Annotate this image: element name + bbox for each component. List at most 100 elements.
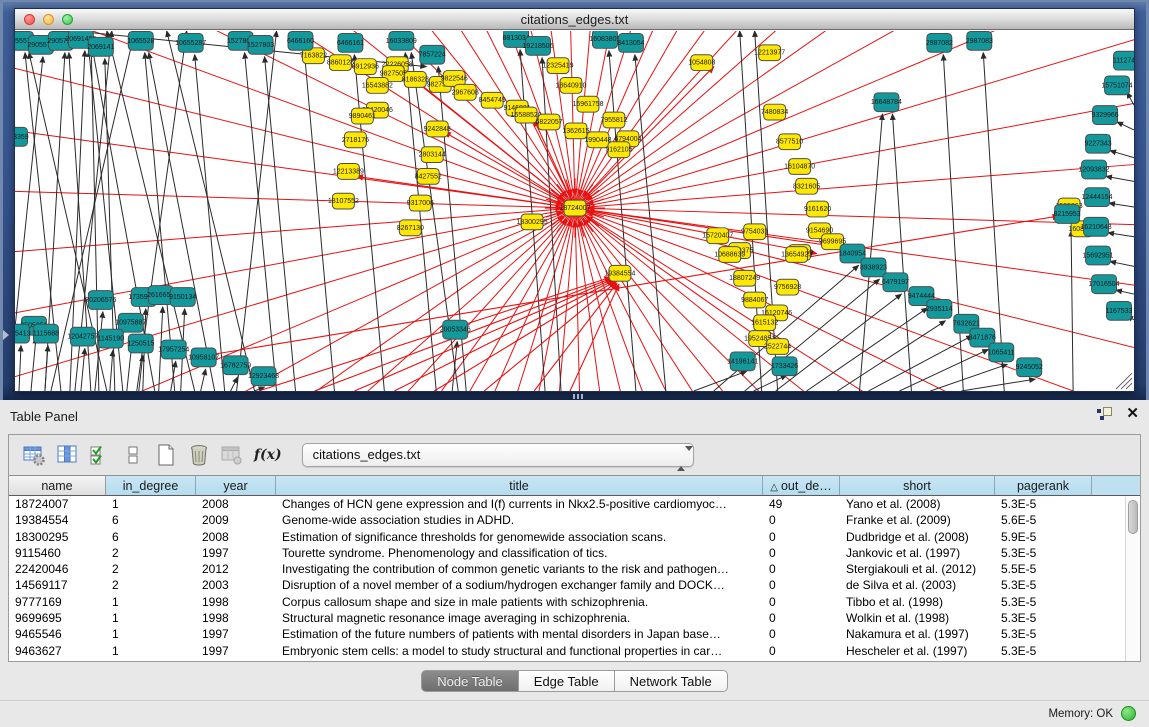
graph-node[interactable]: 14196141 [727,352,758,371]
delete-table-icon[interactable] [186,442,212,468]
function-builder-icon[interactable]: f(x) [254,447,282,463]
graph-node[interactable]: 20053346 [440,320,471,339]
cell-in_degree[interactable]: 6 [106,512,196,528]
cell-name[interactable]: 18300295 [9,529,106,545]
graph-node[interactable]: 2718176 [342,132,369,148]
graph-node[interactable]: 18724007 [559,200,590,216]
graph-node[interactable]: 2069141 [87,37,114,56]
graph-node[interactable]: 2967608 [452,84,479,100]
graph-node[interactable]: 9227343 [1084,134,1111,153]
cell-short[interactable]: Dudbridge et al. (2008) [840,529,995,545]
graph-node[interactable]: 15751074 [1102,76,1133,95]
cell-name[interactable]: 9465546 [9,626,106,642]
table-column-icon[interactable] [54,442,80,468]
graph-node[interactable]: 1065411 [988,343,1015,362]
graph-node[interactable]: 9890461 [349,108,376,124]
cell-year[interactable]: 1997 [196,643,276,659]
graph-node[interactable]: 6479197 [882,273,909,292]
cell-short[interactable]: Yano et al. (2008) [840,496,995,512]
cell-short[interactable]: Franke et al. (2009) [840,512,995,528]
column-header-in_degree[interactable]: in_degree [106,476,196,495]
cell-in_degree[interactable]: 6 [106,529,196,545]
graph-node[interactable]: 1615132 [751,315,778,331]
table-row[interactable]: 1830029562008Estimation of significance … [9,529,1140,545]
graph-node[interactable]: 6466161 [337,33,364,52]
cell-in_degree[interactable]: 2 [106,577,196,593]
cell-name[interactable]: 9115460 [9,545,106,561]
graph-node[interactable]: 9242848 [424,121,451,137]
graph-node[interactable]: 10655287 [175,33,206,52]
cell-name[interactable]: 22420046 [9,561,106,577]
graph-node[interactable]: 8860128 [327,55,354,71]
column-header-out_de[interactable]: △out_de… [763,476,840,495]
cell-pagerank[interactable]: 5.6E-5 [995,512,1092,528]
panel-collapse-arrow-icon[interactable] [3,330,9,340]
graph-node[interactable]: 12444154 [1082,188,1113,207]
cell-out_de[interactable]: 0 [763,610,840,626]
cell-out_de[interactable]: 0 [763,529,840,545]
graph-node[interactable]: 1054808 [688,55,715,71]
cell-pagerank[interactable]: 5.5E-5 [995,561,1092,577]
table-row[interactable]: 969969511998Structural magnetic resonanc… [9,610,1140,626]
cell-name[interactable]: 9777169 [9,594,106,610]
cell-in_degree[interactable]: 2 [106,545,196,561]
graph-node[interactable]: 2935114 [926,300,953,319]
cell-name[interactable]: 19384554 [9,512,106,528]
graph-node[interactable]: 1527803 [247,35,274,54]
graph-node[interactable]: 9245052 [1016,358,1043,377]
cell-year[interactable]: 1998 [196,610,276,626]
network-view-window[interactable]: citations_edges.txt 71638228860128891293… [14,8,1135,392]
cell-out_de[interactable]: 0 [763,545,840,561]
cell-short[interactable]: Wolkin et al. (1998) [840,610,995,626]
graph-node[interactable]: 8267130 [397,220,424,236]
canvas-resize-grip-icon[interactable] [1116,373,1132,389]
graph-node[interactable]: 16033809 [386,31,417,50]
column-header-name[interactable]: name [9,476,106,495]
cell-out_de[interactable]: 0 [763,561,840,577]
rows-icon[interactable] [120,442,146,468]
cell-short[interactable]: Stergiakouli et al. (2012) [840,561,995,577]
graph-node[interactable]: 1733426 [771,357,798,376]
cell-out_de[interactable]: 0 [763,577,840,593]
cell-title[interactable]: Embryonic stem cells: a model to study s… [276,643,763,659]
minimize-window-icon[interactable] [43,14,54,25]
cell-pagerank[interactable]: 5.3E-5 [995,545,1092,561]
graph-node[interactable]: 9150134 [169,288,196,307]
graph-node[interactable]: 2522744 [764,339,791,355]
graph-node[interactable]: 8577510 [776,134,803,150]
table-row[interactable]: 911546021997Tourette syndrome. Phenomeno… [9,545,1140,561]
table-row[interactable]: 946362711997Embryonic stem cells: a mode… [9,643,1140,659]
table-row[interactable]: 1872400712008Changes of HCN gene express… [9,496,1140,512]
cell-pagerank[interactable]: 5.3E-5 [995,610,1092,626]
cell-year[interactable]: 1997 [196,545,276,561]
graph-node[interactable]: 9317006 [407,195,434,211]
graph-node[interactable]: 16961758 [572,96,603,112]
graph-node[interactable]: 12093832 [1079,160,1110,179]
graph-node[interactable]: 8321605 [793,178,820,194]
float-panel-icon[interactable] [1097,407,1112,420]
cell-short[interactable]: Jankovic et al. (1997) [840,545,995,561]
graph-node[interactable]: 17957254 [158,340,189,359]
graph-node[interactable]: 10688639 [714,247,745,263]
cell-pagerank[interactable]: 5.3E-5 [995,594,1092,610]
graph-node[interactable]: 7480834 [761,104,788,120]
graph-node[interactable]: 10958107 [188,348,219,367]
graph-node[interactable]: 1112744 [1113,51,1134,70]
graph-node[interactable]: 8938923 [860,258,887,277]
select-columns-icon[interactable] [87,442,113,468]
graph-node[interactable]: 15692951 [1083,246,1114,265]
cell-in_degree[interactable]: 1 [106,643,196,659]
cell-title[interactable]: Structural magnetic resonance image aver… [276,610,763,626]
graph-node[interactable]: 6822057 [535,114,562,130]
graph-node[interactable]: 18640910 [555,77,586,93]
graph-node[interactable]: 2613359 [15,127,29,146]
cell-out_de[interactable]: 0 [763,626,840,642]
graph-node[interactable]: 6466160 [287,31,314,50]
cell-title[interactable]: Tourette syndrome. Phenomenology and cla… [276,545,763,561]
graph-node[interactable]: 7857224 [419,45,446,64]
close-panel-icon[interactable]: ✕ [1126,407,1139,420]
graph-node[interactable]: 16782759 [220,356,251,375]
graph-node[interactable]: 1145190 [98,329,125,348]
graph-node[interactable]: 15720407 [702,228,733,244]
splitter-handle[interactable] [573,394,585,399]
